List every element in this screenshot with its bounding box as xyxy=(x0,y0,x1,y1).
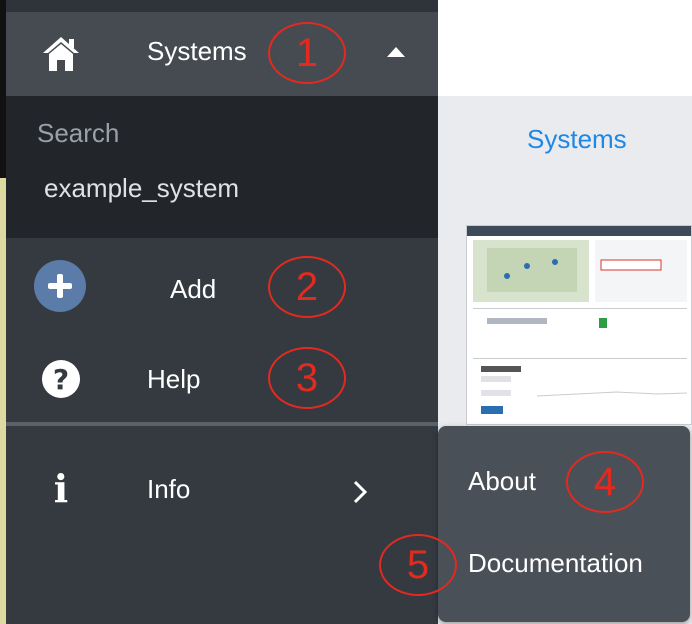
sidebar-item-label: Add xyxy=(170,274,217,304)
search-input[interactable]: Search xyxy=(37,118,119,149)
annotation-circle-5: 5 xyxy=(379,534,457,596)
info-flyout-menu: About Documentation xyxy=(438,426,690,622)
home-icon xyxy=(40,34,82,74)
content-title[interactable]: Systems xyxy=(527,124,627,155)
menu-item-documentation[interactable]: Documentation xyxy=(468,548,643,579)
annotation-circle-4: 4 xyxy=(566,451,644,513)
sidebar-item-label: Info xyxy=(147,474,191,504)
plus-circle-icon xyxy=(34,260,86,312)
sidebar-item-add[interactable]: Add xyxy=(6,238,438,334)
chevron-right-icon[interactable] xyxy=(350,478,370,506)
sidebar: Systems Search example_system Add ? Help… xyxy=(6,0,438,624)
system-thumbnail[interactable] xyxy=(466,225,692,425)
systems-submenu: Search example_system xyxy=(6,96,438,238)
annotation-circle-2: 2 xyxy=(268,256,346,318)
annotation-circle-3: 3 xyxy=(268,347,346,409)
sidebar-item-info[interactable]: i Info xyxy=(6,426,438,550)
sidebar-item-label: Systems xyxy=(147,36,247,66)
sidebar-item-label: Help xyxy=(147,364,201,394)
sidebar-item-help[interactable]: ? Help xyxy=(6,334,438,422)
annotation-circle-1: 1 xyxy=(268,22,346,84)
menu-item-about[interactable]: About xyxy=(468,466,536,497)
sidebar-item-systems[interactable]: Systems xyxy=(6,12,438,96)
sidebar-top-edge xyxy=(6,0,438,12)
chevron-up-icon[interactable] xyxy=(384,44,408,60)
info-icon: i xyxy=(53,465,69,511)
question-circle-icon: ? xyxy=(42,360,80,398)
submenu-item-example-system[interactable]: example_system xyxy=(44,173,239,204)
